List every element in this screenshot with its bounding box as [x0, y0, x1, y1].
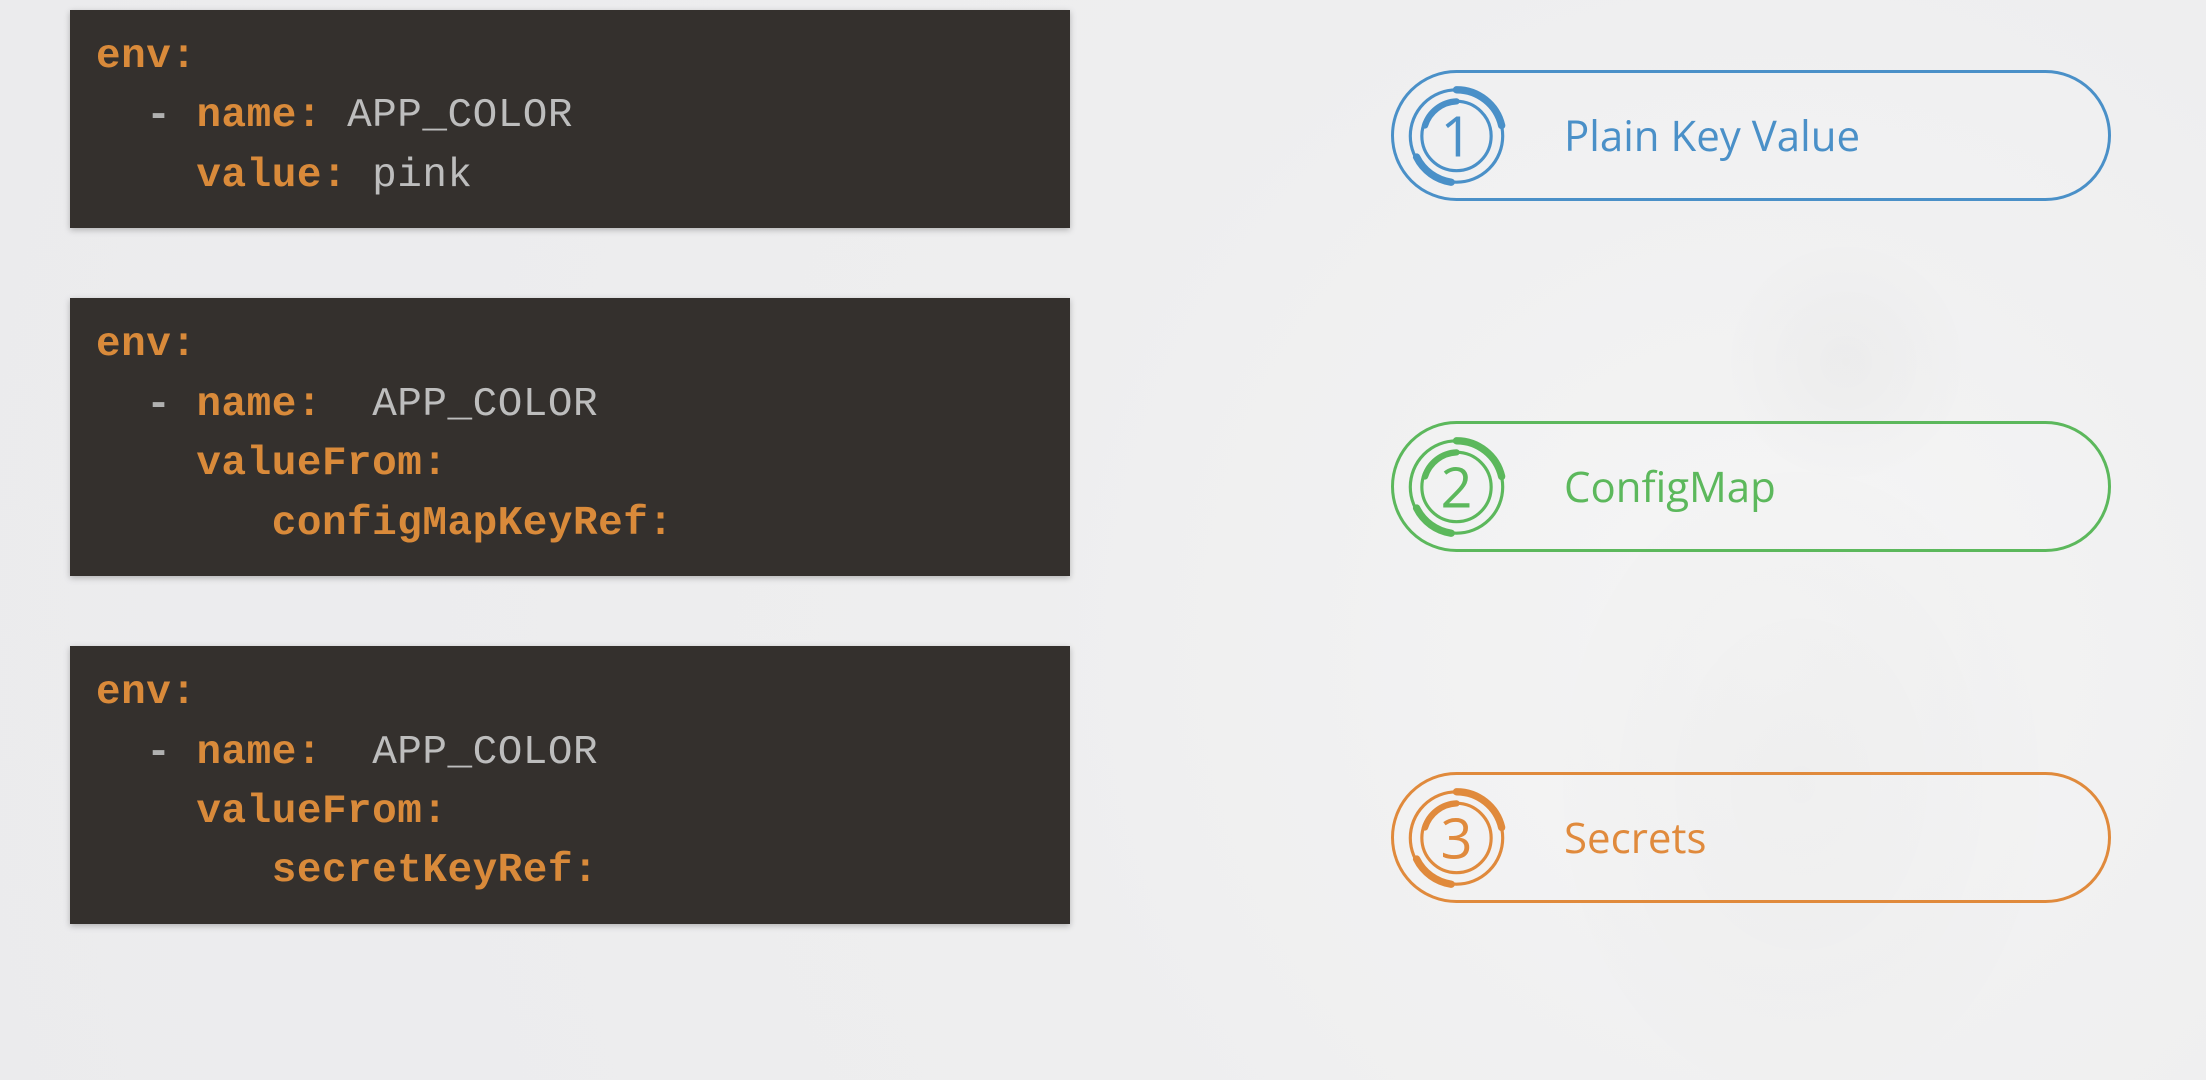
yaml-key-configmapkeyref: configMapKeyRef: [272, 501, 674, 547]
yaml-key-name: name: [196, 730, 322, 776]
pill-label: Secrets [1564, 809, 1706, 866]
yaml-value-pink: pink [372, 153, 472, 199]
yaml-value-appcolor: APP_COLOR [372, 730, 598, 776]
yaml-key-env: env: [96, 670, 196, 716]
code-block-configmap: env: - name: APP_COLOR valueFrom: config… [70, 298, 1070, 576]
yaml-value-appcolor: APP_COLOR [372, 382, 598, 428]
method-pills-column: 1 Plain Key Value 2 ConfigMap [1391, 70, 2111, 903]
badge-number: 3 [1404, 785, 1509, 890]
badge-3: 3 [1404, 785, 1509, 890]
yaml-dash: - [146, 382, 171, 428]
pill-label: Plain Key Value [1564, 107, 1860, 164]
badge-number: 1 [1404, 83, 1509, 188]
yaml-dash: - [146, 93, 171, 139]
code-block-secrets: env: - name: APP_COLOR valueFrom: secret… [70, 646, 1070, 924]
pill-secrets: 3 Secrets [1391, 772, 2111, 903]
yaml-key-secretkeyref: secretKeyRef: [272, 848, 598, 894]
yaml-key-valuefrom: valueFrom: [196, 441, 447, 487]
yaml-key-name: name: [196, 382, 322, 428]
code-block-plain-key-value: env: - name: APP_COLOR value: pink [70, 10, 1070, 228]
code-examples-column: env: - name: APP_COLOR value: pink env: … [70, 10, 1070, 924]
badge-2: 2 [1404, 434, 1509, 539]
badge-number: 2 [1404, 434, 1509, 539]
yaml-key-env: env: [96, 34, 196, 80]
yaml-value-appcolor: APP_COLOR [347, 93, 573, 139]
yaml-dash: - [146, 730, 171, 776]
pill-configmap: 2 ConfigMap [1391, 421, 2111, 552]
yaml-key-value: value: [196, 153, 347, 199]
yaml-key-env: env: [96, 322, 196, 368]
yaml-key-name: name: [196, 93, 322, 139]
badge-1: 1 [1404, 83, 1509, 188]
yaml-key-valuefrom: valueFrom: [196, 789, 447, 835]
pill-plain-key-value: 1 Plain Key Value [1391, 70, 2111, 201]
pill-label: ConfigMap [1564, 458, 1776, 515]
